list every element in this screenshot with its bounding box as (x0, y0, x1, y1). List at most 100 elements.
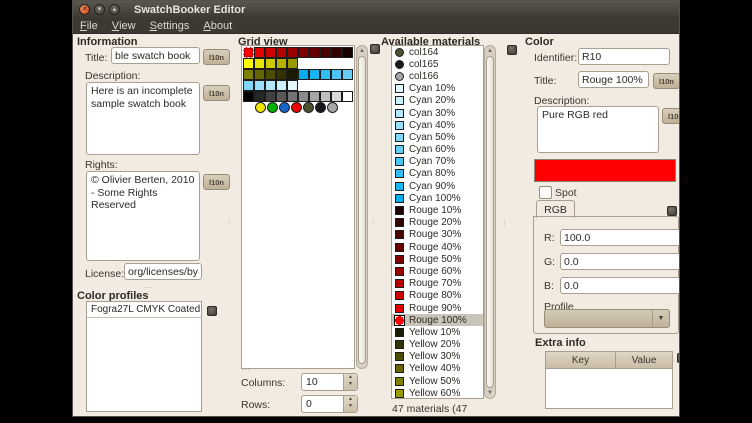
material-item[interactable]: Rouge 10% (392, 204, 483, 216)
swatch-cell[interactable] (276, 47, 287, 58)
close-button[interactable]: ✕ (79, 4, 90, 15)
material-item[interactable]: Rouge 70% (392, 278, 483, 290)
material-item[interactable]: Yellow 10% (392, 326, 483, 338)
swatch-cell[interactable] (303, 102, 314, 113)
menu-view[interactable]: View (105, 18, 143, 33)
swatch-cell[interactable] (320, 91, 331, 102)
swatch-cell[interactable] (331, 47, 342, 58)
swatch-cell[interactable] (279, 102, 290, 113)
materials-list[interactable]: col164col165col166Cyan 10%Cyan 20%Cyan 3… (391, 45, 484, 399)
channel-value-input[interactable] (560, 229, 680, 246)
swatch-cell[interactable] (309, 69, 320, 80)
swatch-cell[interactable] (342, 69, 353, 80)
swatch-cell[interactable] (298, 47, 309, 58)
color-profiles-list[interactable]: Fogra27L CMYK Coated Pr... (86, 301, 202, 412)
identifier-input[interactable] (578, 48, 670, 65)
swatch-cell[interactable] (276, 58, 287, 69)
swatch-cell[interactable] (267, 102, 278, 113)
spot-checkbox[interactable] (539, 186, 552, 199)
book-description-input[interactable]: Here is an incomplete sample swatch book (86, 82, 200, 155)
material-item[interactable]: Yellow 60% (392, 387, 483, 399)
minimize-button[interactable]: ▾ (94, 4, 105, 15)
swatch-cell[interactable] (298, 69, 309, 80)
swatch-cell[interactable] (320, 69, 331, 80)
rows-spinbox[interactable]: 0 ▲▼ (301, 395, 358, 413)
color-title-input[interactable] (578, 71, 649, 88)
swatch-cell[interactable] (254, 80, 265, 91)
material-item[interactable]: Rouge 60% (392, 265, 483, 277)
swatch-cell[interactable] (243, 69, 254, 80)
swatch-cell[interactable] (265, 47, 276, 58)
swatch-cell[interactable] (331, 69, 342, 80)
material-item[interactable]: Rouge 20% (392, 217, 483, 229)
swatch-cell[interactable] (309, 91, 320, 102)
swatch-cell[interactable] (265, 69, 276, 80)
pane-splitter-handle[interactable]: ⋯ (241, 364, 250, 375)
title-l10n-button[interactable]: l10n (203, 49, 230, 65)
menu-file[interactable]: File (73, 18, 105, 33)
material-item[interactable]: Yellow 30% (392, 351, 483, 363)
swatch-grid[interactable] (241, 45, 355, 369)
swatch-cell[interactable] (287, 58, 298, 69)
material-item[interactable]: Cyan 70% (392, 156, 483, 168)
material-item-selected[interactable]: Rouge 100% (392, 314, 483, 326)
menu-about[interactable]: About (196, 18, 239, 33)
scroll-down-icon[interactable]: ▼ (485, 390, 495, 396)
material-item[interactable]: Cyan 50% (392, 131, 483, 143)
material-item[interactable]: Cyan 10% (392, 83, 483, 95)
swatch-cell[interactable] (265, 91, 276, 102)
material-item[interactable]: col165 (392, 58, 483, 70)
swatch-cell[interactable] (342, 47, 353, 58)
maximize-button[interactable]: ▴ (109, 4, 120, 15)
swatch-cell[interactable] (255, 102, 266, 113)
material-item[interactable]: col166 (392, 70, 483, 82)
grid-scrollbar[interactable]: ▲ (356, 45, 368, 369)
license-input[interactable] (124, 263, 202, 280)
channel-value-input[interactable] (560, 253, 680, 270)
swatch-cell[interactable] (254, 58, 265, 69)
extra-info-table[interactable]: Key Value (545, 351, 673, 409)
spin-arrows-icon[interactable]: ▲▼ (343, 396, 357, 412)
columns-spinbox[interactable]: 10 ▲▼ (301, 373, 358, 391)
swatch-cell[interactable] (309, 47, 320, 58)
swatch-cell[interactable] (287, 91, 298, 102)
color-description-input[interactable]: Pure RGB red (537, 106, 659, 153)
extra-info-menu-icon[interactable] (677, 353, 680, 363)
swatch-cell[interactable] (342, 91, 353, 102)
material-item[interactable]: Rouge 90% (392, 302, 483, 314)
swatch-cell[interactable] (331, 91, 342, 102)
material-item[interactable]: Yellow 20% (392, 339, 483, 351)
description-l10n-button[interactable]: l10n (203, 85, 230, 101)
material-item[interactable]: Cyan 20% (392, 95, 483, 107)
material-item[interactable]: col164 (392, 46, 483, 58)
swatch-cell[interactable] (287, 80, 298, 91)
channel-value-input[interactable] (560, 277, 680, 294)
color-title-l10n-button[interactable]: l10n (653, 73, 680, 89)
value-column-header[interactable]: Value (616, 352, 672, 368)
material-item[interactable]: Yellow 50% (392, 375, 483, 387)
swatch-cell[interactable] (276, 80, 287, 91)
swatch-cell[interactable] (243, 91, 254, 102)
swatch-cell[interactable] (254, 69, 265, 80)
swatch-cell[interactable] (265, 58, 276, 69)
swatch-cell[interactable] (276, 91, 287, 102)
swatch-cell[interactable] (243, 80, 254, 91)
scroll-up-icon[interactable]: ▲ (485, 48, 495, 54)
swatch-cell[interactable] (287, 69, 298, 80)
swatch-cell[interactable] (276, 69, 287, 80)
material-item[interactable]: Cyan 90% (392, 180, 483, 192)
material-item[interactable]: Cyan 100% (392, 192, 483, 204)
title-bar[interactable]: ✕ ▾ ▴ SwatchBooker Editor (73, 1, 679, 18)
pane-splitter-handle[interactable]: ⋯ (228, 219, 231, 227)
grid-menu-icon[interactable] (370, 44, 380, 54)
key-column-header[interactable]: Key (546, 352, 616, 368)
materials-menu-icon[interactable] (507, 45, 517, 55)
swatch-cell[interactable] (254, 91, 265, 102)
pane-splitter-handle[interactable]: ⋯ (372, 219, 375, 227)
swatch-cell[interactable] (291, 102, 302, 113)
grid-scrollbar-thumb[interactable] (358, 56, 366, 364)
materials-scrollbar-thumb[interactable] (486, 56, 494, 388)
swatch-cell[interactable] (320, 47, 331, 58)
material-item[interactable]: Cyan 30% (392, 107, 483, 119)
profile-dropdown[interactable]: ▼ (544, 309, 670, 328)
